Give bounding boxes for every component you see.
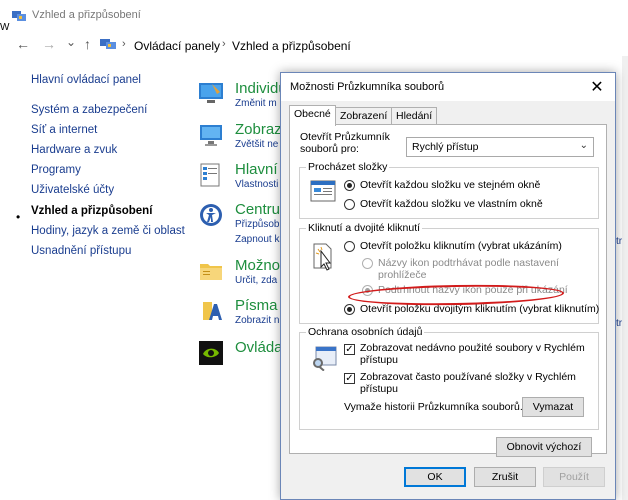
current-item-bullet: • xyxy=(16,210,21,224)
taskbar-navigation-icon xyxy=(200,163,220,187)
window-title: Vzhled a přizpůsobení xyxy=(32,9,141,21)
category-taskbar-title[interactable]: Hlavní xyxy=(235,161,278,178)
open-same-window-label[interactable]: Otevřít každou složku ve stejném okně xyxy=(360,179,540,191)
category-personalization-title[interactable]: Individu xyxy=(235,80,287,97)
open-same-window-radio[interactable] xyxy=(344,180,355,191)
recent-dropdown-icon[interactable]: ⌄ xyxy=(66,34,76,50)
underline-browser-label-1: Názvy ikon podtrhávat podle nastavení xyxy=(378,257,559,269)
frequent-folders-checkbox[interactable]: ✓ xyxy=(344,373,355,384)
sidebar-item-network[interactable]: Síť a internet xyxy=(31,124,97,136)
category-fonts-link[interactable]: Zobrazit n xyxy=(235,315,279,326)
tab-general[interactable]: Obecné xyxy=(289,105,336,126)
category-personalization-link[interactable]: Změnit m xyxy=(235,98,277,109)
browse-folders-title: Procházet složky xyxy=(306,161,390,173)
click-group: Kliknutí a dvojité kliknutí Otevřít polo… xyxy=(299,222,599,324)
ok-button[interactable]: OK xyxy=(404,467,466,487)
window-titlebar: Vzhled a přizpůsobení xyxy=(0,0,628,30)
clear-history-button[interactable]: Vymazat xyxy=(522,397,584,417)
left-edge-char: W xyxy=(0,22,10,33)
double-click-radio[interactable] xyxy=(344,304,355,315)
frequent-folders-label-1[interactable]: Zobrazovat často používané složky v Rych… xyxy=(360,371,576,383)
dialog-titlebar: Možnosti Průzkumníka souborů ✕ xyxy=(281,73,615,101)
sidebar-item-user-accounts[interactable]: Uživatelské účty xyxy=(31,184,114,196)
browse-window-icon xyxy=(310,180,336,202)
cancel-button[interactable]: Zrušit xyxy=(474,467,536,487)
double-click-label[interactable]: Otevřít položku dvojitým kliknutím (vybr… xyxy=(360,303,599,315)
sidebar-item-hardware[interactable]: Hardware a zvuk xyxy=(31,144,117,156)
display-icon xyxy=(200,125,222,146)
folder-options-icon xyxy=(200,264,222,280)
frequent-folders-label-2: přístupu xyxy=(360,383,398,395)
breadcrumb-control-panel[interactable]: Ovládací panely xyxy=(134,39,220,53)
nvidia-icon xyxy=(199,341,223,365)
open-explorer-label-2: souborů pro: xyxy=(300,143,359,155)
fonts-icon xyxy=(203,302,222,320)
personalization-icon xyxy=(199,83,223,103)
tab-view[interactable]: Zobrazení xyxy=(335,107,393,125)
privacy-icon xyxy=(313,346,337,371)
pointer-document-icon xyxy=(313,243,332,271)
open-explorer-select[interactable]: Rychlý přístup ⌄ xyxy=(406,137,594,157)
close-icon[interactable]: ✕ xyxy=(587,77,607,97)
category-display-title[interactable]: Zobraz xyxy=(235,121,282,138)
control-panel-address-icon xyxy=(100,39,116,49)
open-own-window-label[interactable]: Otevřít každou složku ve vlastním okně xyxy=(360,198,543,210)
tab-search[interactable]: Hledání xyxy=(391,107,438,125)
apply-button[interactable]: Použít xyxy=(543,467,605,487)
single-click-label[interactable]: Otevřít položku kliknutím (vybrat ukázán… xyxy=(360,240,562,252)
category-taskbar-link[interactable]: Vlastnosti xyxy=(235,179,278,190)
sidebar-item-clock-region[interactable]: Hodiny, jazyk a země či oblast xyxy=(31,225,185,237)
clear-history-label: Vymaže historii Průzkumníka souborů. xyxy=(344,401,523,413)
breadcrumb-separator: › xyxy=(222,38,226,50)
dialog-title: Možnosti Průzkumníka souborů xyxy=(290,81,445,93)
back-arrow-icon[interactable]: ← xyxy=(16,36,30,52)
category-folder-options-link[interactable]: Určit, zda xyxy=(235,275,277,286)
sidebar-item-home[interactable]: Hlavní ovládací panel xyxy=(31,74,141,86)
control-panel-icon xyxy=(12,11,26,21)
up-arrow-icon[interactable]: ↑ xyxy=(84,36,91,52)
sidebar-item-system-security[interactable]: Systém a zabezpečení xyxy=(31,104,147,116)
restore-defaults-button[interactable]: Obnovit výchozí xyxy=(496,437,592,457)
recent-files-label-1[interactable]: Zobrazovat nedávno použité soubory v Ryc… xyxy=(360,342,585,354)
sidebar-item-programs[interactable]: Programy xyxy=(31,164,81,176)
sidebar-item-ease-of-access[interactable]: Usnadnění přístupu xyxy=(31,245,131,257)
category-ease-link-2[interactable]: Zapnout k xyxy=(235,234,279,245)
breadcrumb-separator: › xyxy=(122,38,126,50)
click-group-title: Kliknutí a dvojité kliknutí xyxy=(306,222,423,234)
open-explorer-label-1: Otevřít Průzkumník xyxy=(300,131,390,143)
forward-arrow-icon[interactable]: → xyxy=(42,36,56,52)
open-explorer-value: Rychlý přístup xyxy=(412,141,479,153)
window-scrollbar[interactable] xyxy=(622,56,628,500)
general-tab-panel: Otevřít Průzkumník souborů pro: Rychlý p… xyxy=(289,124,607,457)
sidebar-item-appearance[interactable]: Vzhled a přizpůsobení xyxy=(31,205,152,217)
folder-options-dialog: Možnosti Průzkumníka souborů ✕ Obecné Zo… xyxy=(280,72,616,500)
breadcrumb-appearance[interactable]: Vzhled a přizpůsobení xyxy=(232,39,351,53)
recent-files-label-2: přístupu xyxy=(360,354,398,366)
browse-folders-group: Procházet složky Otevřít každou složku v… xyxy=(299,161,599,219)
ease-of-access-center-icon xyxy=(200,204,222,226)
category-fonts-title[interactable]: Písma xyxy=(235,297,278,314)
privacy-group: Ochrana osobních údajů ✓ Zobrazovat nedá… xyxy=(299,326,599,430)
recent-files-checkbox[interactable]: ✓ xyxy=(344,344,355,355)
category-ease-link-1[interactable]: Přizpůsob xyxy=(235,219,279,230)
underline-browser-radio[interactable] xyxy=(362,258,373,269)
open-own-window-radio[interactable] xyxy=(344,199,355,210)
single-click-radio[interactable] xyxy=(344,241,355,252)
chevron-down-icon: ⌄ xyxy=(579,140,588,151)
underline-browser-label-2: prohlížeče xyxy=(378,269,427,281)
category-display-link[interactable]: Zvětšit ne xyxy=(235,139,278,150)
privacy-group-title: Ochrana osobních údajů xyxy=(306,326,425,338)
